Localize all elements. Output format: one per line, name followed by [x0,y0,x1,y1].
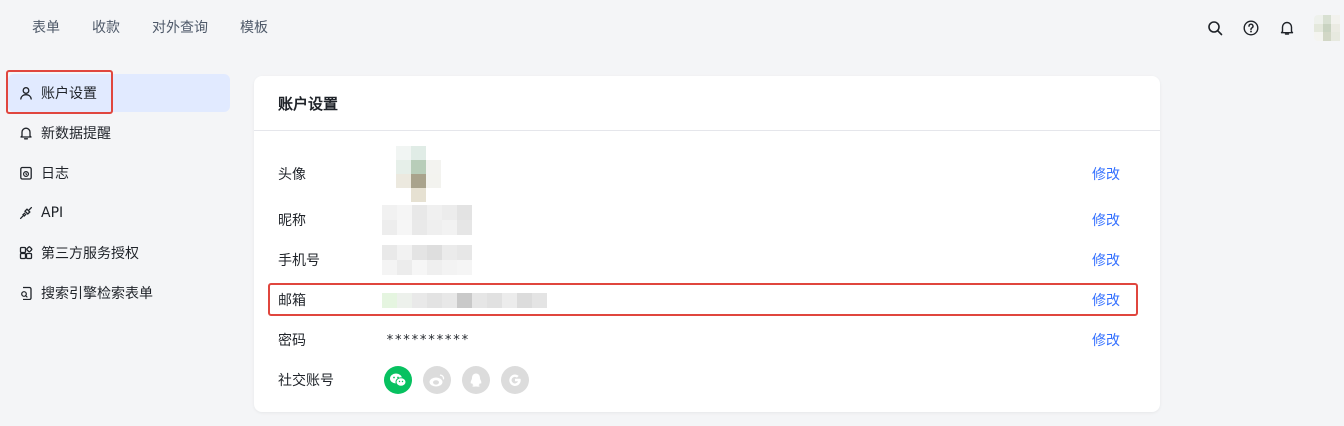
row-social-accounts: 社交账号 [254,365,1160,395]
sidebar-item-label: 搜索引擎检索表单 [41,286,153,302]
nav-item-forms[interactable]: 表单 [32,18,60,38]
sidebar-item-new-data-alert[interactable]: 新数据提醒 [8,114,230,152]
sidebar-item-account-settings[interactable]: 账户设置 [8,74,230,112]
top-nav: 表单 收款 对外查询 模板 [32,0,300,56]
sidebar-item-label: 第三方服务授权 [41,246,139,262]
card-title: 账户设置 [254,76,1160,131]
row-nickname: 昵称 修改 [254,205,1160,235]
qq-icon[interactable] [462,366,490,394]
row-email: 邮箱 修改 [254,285,1160,315]
top-actions [1206,0,1344,56]
top-bar: 表单 收款 对外查询 模板 [0,0,1344,56]
wechat-icon[interactable] [384,366,412,394]
api-icon [18,205,34,221]
edit-nickname-link[interactable]: 修改 [1092,210,1120,230]
row-avatar: 头像 修改 [254,146,1160,202]
apps-icon [18,245,34,261]
sidebar-item-third-party-auth[interactable]: 第三方服务授权 [8,234,230,272]
nav-item-payments[interactable]: 收款 [92,18,120,38]
row-label: 邮箱 [278,293,306,309]
avatar[interactable] [396,146,441,202]
sidebar-item-label: API [41,205,64,221]
phone-value [382,245,472,275]
user-icon [18,85,34,101]
sidebar-item-label: 日志 [41,166,69,182]
google-icon[interactable] [501,366,529,394]
row-label: 密码 [278,333,306,349]
email-value [382,293,547,308]
nickname-value [382,205,472,235]
log-icon [18,165,34,181]
social-accounts [384,366,540,394]
help-icon[interactable] [1242,19,1260,37]
bell-icon [18,125,34,141]
row-label: 社交账号 [278,373,334,389]
sidebar: 账户设置 新数据提醒 日志 API 第三方服务授权 搜索引擎检索表单 [8,74,230,314]
search-form-icon [18,285,34,301]
edit-avatar-link[interactable]: 修改 [1092,164,1120,184]
sidebar-item-api[interactable]: API [8,194,230,232]
weibo-icon[interactable] [423,366,451,394]
edit-password-link[interactable]: 修改 [1092,330,1120,350]
account-settings-card: 账户设置 头像 修改 昵称 修改 手机号 修改 邮箱 修改 密码 *******… [254,76,1160,412]
row-label: 头像 [278,167,306,183]
sidebar-item-search-engine-forms[interactable]: 搜索引擎检索表单 [8,274,230,312]
row-phone: 手机号 修改 [254,245,1160,275]
row-password: 密码 ********** 修改 [254,325,1160,355]
sidebar-item-label: 新数据提醒 [41,126,111,142]
row-label: 手机号 [278,253,320,269]
avatar[interactable] [1314,15,1340,41]
edit-email-link[interactable]: 修改 [1092,290,1120,310]
nav-item-public-query[interactable]: 对外查询 [152,18,208,38]
password-value: ********** [386,332,470,348]
row-label: 昵称 [278,213,306,229]
edit-phone-link[interactable]: 修改 [1092,250,1120,270]
search-icon[interactable] [1206,19,1224,37]
sidebar-item-label: 账户设置 [41,86,97,102]
bell-icon[interactable] [1278,19,1296,37]
nav-item-templates[interactable]: 模板 [240,18,268,38]
sidebar-item-logs[interactable]: 日志 [8,154,230,192]
